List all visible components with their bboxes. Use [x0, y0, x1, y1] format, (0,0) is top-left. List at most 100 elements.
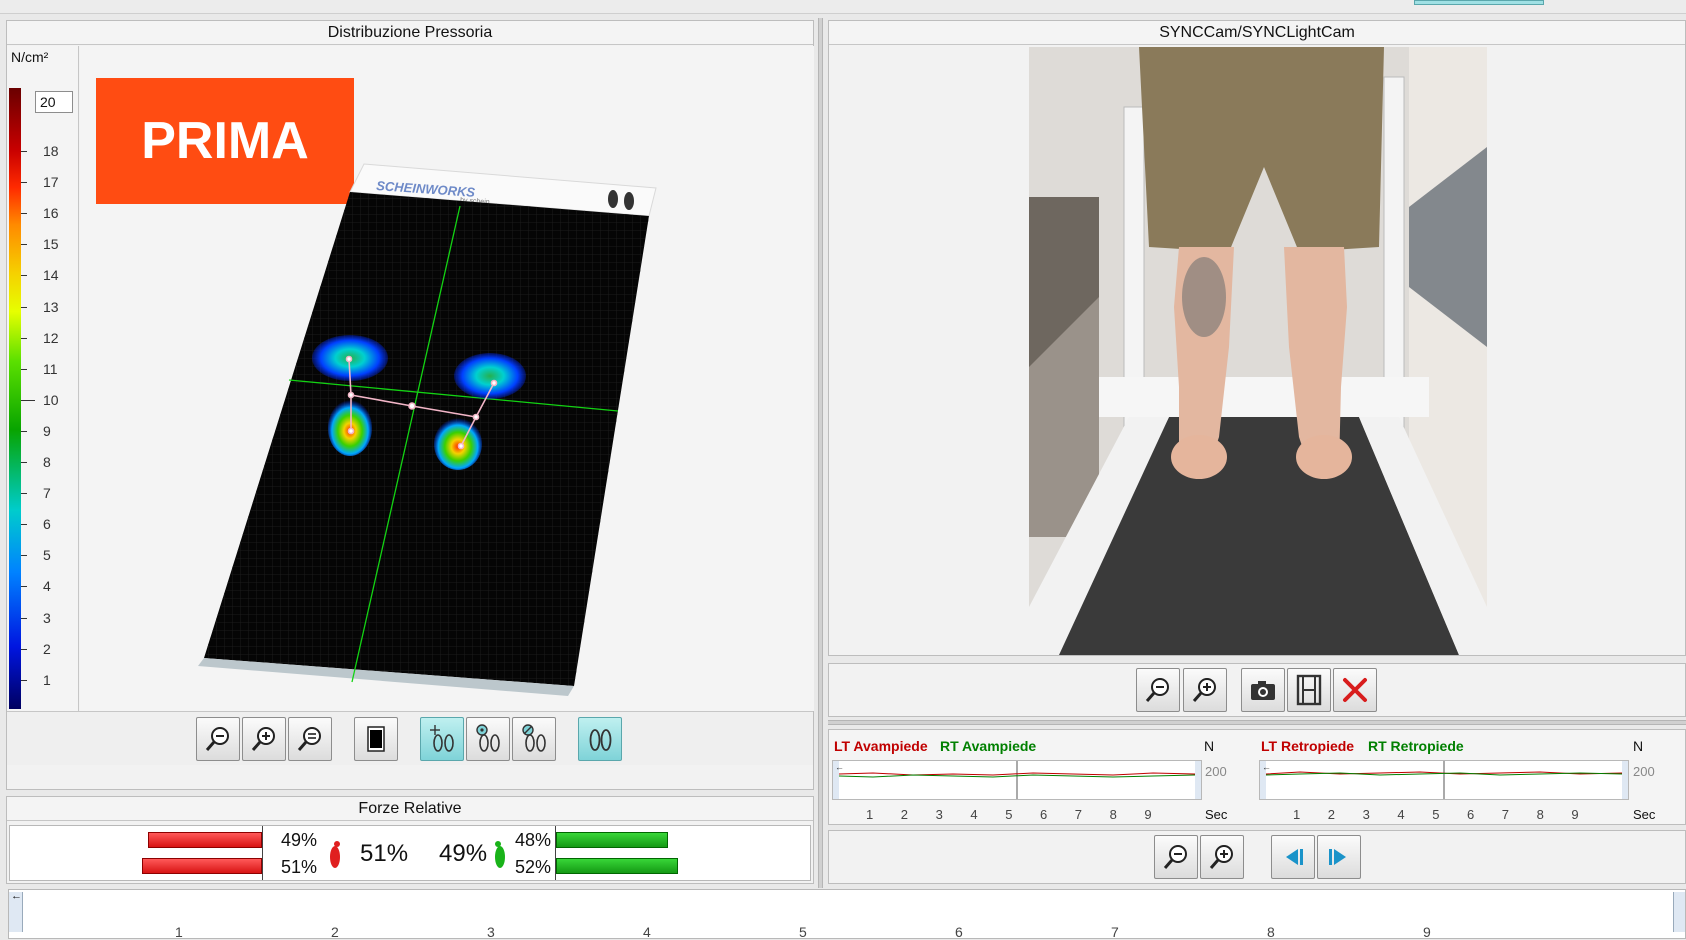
scale-label: 7 [43, 485, 51, 502]
axis-tick-label: 2 [1327, 807, 1336, 822]
scale-tick [21, 306, 27, 308]
scale-tick [21, 399, 35, 401]
feet-button[interactable] [578, 717, 622, 761]
scale-max-input[interactable]: 20 [35, 91, 73, 113]
axis-tick-label: 5 [799, 924, 807, 940]
delete-video-button[interactable] [1333, 668, 1377, 712]
center-left-pct: 51% [360, 840, 409, 867]
video-zoom-in-button[interactable] [1183, 668, 1227, 712]
feet-crosshair-button[interactable] [420, 717, 464, 761]
scale-label: 17 [43, 174, 59, 191]
green-foot-icon [495, 841, 505, 868]
scale-label: 6 [43, 516, 51, 533]
axis-tick-label: 3 [487, 924, 495, 940]
scale-label: 18 [43, 143, 59, 159]
force-graphs-panel: LT Avampiede RT Avampiede N ← 200 1 2 3 4 5 6… [828, 729, 1686, 825]
horizontal-splitter[interactable] [828, 720, 1686, 725]
film-button[interactable] [1287, 668, 1331, 712]
right-bottom-pct: 52% [515, 857, 552, 877]
delete-x-icon [1343, 678, 1367, 702]
scale-tick [21, 524, 27, 526]
zoom-in-icon [1192, 678, 1216, 702]
feet-crossed-button[interactable] [512, 717, 556, 761]
graph-zoom-in-button[interactable] [1200, 835, 1244, 879]
feet-target-icon [476, 724, 500, 752]
zoom-reset-icon [297, 727, 321, 751]
scale-label: 9 [43, 422, 51, 439]
right-top-pct: 48% [515, 830, 552, 850]
zoom-reset-button[interactable] [288, 717, 332, 761]
axis-tick-label: 6 [1467, 807, 1475, 822]
scale-tick [21, 617, 27, 619]
forze-divider-left [262, 826, 263, 880]
axis-tick-label: 5 [1432, 807, 1440, 822]
feet-target-button[interactable] [466, 717, 510, 761]
axis-tick-label: 1 [175, 924, 183, 940]
axis-tick-label: 6 [1040, 807, 1048, 822]
color-scale-bar [9, 88, 21, 709]
scale-label: 3 [43, 609, 51, 626]
axis-tick-label: 8 [1109, 807, 1117, 822]
left-bottom-force-bar [142, 858, 262, 874]
axis-tick-label: 8 [1267, 924, 1275, 940]
svg-text:←: ← [1262, 762, 1271, 772]
scale-tick [21, 555, 27, 557]
snapshot-button[interactable] [1241, 668, 1285, 712]
step-back-icon [1286, 849, 1303, 865]
retropiede-chart[interactable]: ← [1259, 760, 1629, 800]
film-icon [1296, 674, 1322, 706]
axis-tick-label: 8 [1536, 807, 1544, 822]
scale-tick [21, 368, 27, 370]
forze-content: 49% 51% 51% 49% 48% 52% [9, 825, 811, 881]
video-zoom-out-button[interactable] [1136, 668, 1180, 712]
avampiede-unit: N [1204, 738, 1215, 754]
axis-tick-label: 3 [1362, 807, 1370, 822]
step-forward-icon [1329, 849, 1346, 865]
svg-text:←: ← [835, 762, 844, 772]
timeline-right-handle[interactable] [1673, 892, 1685, 932]
scale-tick [21, 337, 27, 339]
vertical-splitter[interactable] [818, 18, 823, 888]
scale-tick [21, 151, 27, 152]
step-forward-button[interactable] [1317, 835, 1361, 879]
scale-label: 8 [43, 454, 51, 470]
scale-tick [21, 679, 27, 681]
zoom-out-icon [205, 727, 229, 751]
scale-label: 16 [43, 205, 59, 222]
red-foot-icon [330, 841, 340, 868]
pressure-toolbar [7, 711, 813, 765]
axis-tick-label: 4 [643, 924, 651, 940]
axis-tick-label: 7 [1111, 924, 1119, 940]
scale-tick [21, 586, 27, 588]
axis-tick-label: 6 [955, 924, 963, 940]
axis-tick-label: 3 [935, 807, 943, 822]
video-panel: SYNCCam/SYNCLightCam [828, 20, 1686, 656]
pressure-mat-3d: SCHEINWORKS by schein [198, 163, 657, 696]
right-top-force-bar [556, 832, 668, 848]
scale-label: 15 [43, 236, 59, 253]
scale-label: 12 [43, 329, 59, 346]
rt-retropiede-label: RT Retropiede [1368, 738, 1464, 754]
scale-tick [21, 493, 27, 495]
timeline[interactable]: ← 1 2 3 4 5 6 7 8 9 [8, 889, 1686, 940]
step-back-button[interactable] [1271, 835, 1315, 879]
top-accent-button[interactable] [1414, 0, 1544, 5]
zoom-out-button[interactable] [196, 717, 240, 761]
avampiede-chart[interactable]: ← [832, 760, 1202, 800]
right-bottom-force-bar [556, 858, 679, 874]
pressure-distribution-panel: Distribuzione Pressoria N/cm² 20 18 17 16 1… [6, 20, 814, 790]
zoom-in-button[interactable] [242, 717, 286, 761]
retropiede-value: 200 [1633, 764, 1655, 779]
video-panel-title: SYNCCam/SYNCLightCam [829, 21, 1685, 45]
display-mode-button[interactable] [354, 717, 398, 761]
axis-tick-label: 2 [331, 924, 339, 940]
left-bottom-pct: 51% [281, 857, 318, 877]
color-scale-area: N/cm² 20 18 17 16 15 14 13 12 11 10 9 8 7 6 5 4 3 2 1 [7, 46, 79, 711]
graph-zoom-out-button[interactable] [1154, 835, 1198, 879]
scale-tick [21, 275, 27, 277]
black-square-icon [367, 726, 385, 752]
left-top-force-bar [147, 832, 262, 848]
scale-tick [21, 213, 27, 215]
pressure-panel-title: Distribuzione Pressoria [7, 21, 813, 45]
left-top-pct: 49% [281, 830, 318, 850]
